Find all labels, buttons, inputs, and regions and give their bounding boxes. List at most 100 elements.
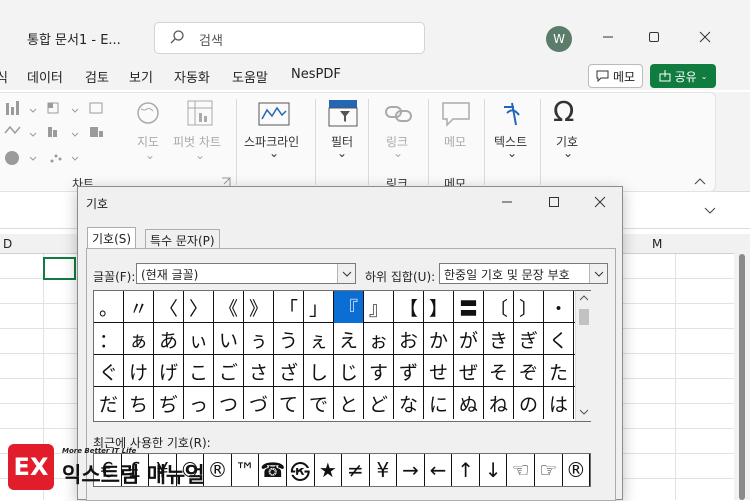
symbol-cell[interactable]: ち — [124, 387, 154, 419]
symbol-cell[interactable]: 〈 — [154, 291, 184, 323]
symbol-cell[interactable]: ぢ — [154, 387, 184, 419]
symbol-cell[interactable]: に — [424, 387, 454, 419]
close-button[interactable] — [690, 24, 720, 50]
symbol-cell[interactable]: ぞ — [514, 355, 544, 387]
symbol-cell[interactable]: う — [274, 323, 304, 355]
recent-symbol-cell[interactable]: ≠ — [342, 454, 370, 486]
symbol-cell[interactable]: 〉 — [184, 291, 214, 323]
selected-cell[interactable] — [43, 257, 76, 280]
symbol-cell[interactable]: だ — [94, 387, 124, 419]
symbol-cell[interactable]: し — [304, 355, 334, 387]
symbol-cell[interactable]: て — [274, 387, 304, 419]
symbol-cell[interactable]: の — [514, 387, 544, 419]
vertical-scrollbar[interactable] — [734, 238, 750, 500]
font-select[interactable]: (현재 글꼴) — [136, 263, 356, 284]
symbol-cell[interactable]: ぐ — [94, 355, 124, 387]
menu-view[interactable]: 보기 — [129, 67, 153, 86]
symbol-cell[interactable]: 【 — [394, 291, 424, 323]
ribbon-memo-label[interactable]: 메모 — [444, 133, 466, 150]
symbol-cell[interactable]: い — [214, 323, 244, 355]
search-box[interactable]: 검색 — [154, 22, 425, 54]
recent-symbol-cell[interactable]: ☎ — [259, 454, 287, 486]
symbol-cell[interactable]: ぃ — [184, 323, 214, 355]
symbol-cell[interactable]: え — [334, 323, 364, 355]
symbol-cell[interactable]: ど — [364, 387, 394, 419]
symbol-cell[interactable]: ぁ — [124, 323, 154, 355]
recent-symbol-cell[interactable]: ㉿ — [287, 454, 315, 486]
symbol-cell[interactable]: か — [424, 323, 454, 355]
share-button[interactable]: 공유 ⌄ — [650, 64, 716, 88]
tab-symbols[interactable]: 기호(S) — [87, 227, 137, 249]
dialog-minimize-button[interactable] — [496, 193, 518, 211]
symbol-cell[interactable]: げ — [154, 355, 184, 387]
symbol-cell[interactable]: 〕 — [514, 291, 544, 323]
symbol-cell[interactable]: づ — [244, 387, 274, 419]
symbol-grid-scrollbar[interactable] — [575, 291, 591, 421]
symbol-cell[interactable]: お — [394, 323, 424, 355]
symbol-cell[interactable]: ね — [484, 387, 514, 419]
menu-formulas[interactable]: 식 — [0, 67, 8, 86]
symbol-cell[interactable]: ぬ — [454, 387, 484, 419]
symbol-cell[interactable]: く — [544, 323, 574, 355]
scroll-down-icon[interactable] — [579, 409, 589, 415]
symbol-cell-selected[interactable]: 『 — [334, 291, 364, 323]
symbol-cell[interactable]: ぇ — [304, 323, 334, 355]
recent-symbol-cell[interactable]: ™ — [232, 454, 260, 486]
recent-symbol-cell[interactable]: ☜ — [507, 454, 535, 486]
scrollbar-thumb[interactable] — [579, 309, 589, 325]
collapse-ribbon-icon[interactable] — [694, 177, 706, 185]
symbol-cell[interactable]: こ — [184, 355, 214, 387]
recent-symbol-cell[interactable]: ↓ — [480, 454, 508, 486]
symbol-cell[interactable]: す — [364, 355, 394, 387]
symbol-cell[interactable]: 〃 — [124, 291, 154, 323]
menu-automate[interactable]: 자동화 — [174, 67, 210, 86]
symbol-cell[interactable]: き — [484, 323, 514, 355]
symbol-cell[interactable]: つ — [214, 387, 244, 419]
symbol-cell[interactable]: ： — [94, 323, 124, 355]
dialog-maximize-button[interactable] — [543, 193, 565, 211]
symbol-cell[interactable]: で — [304, 387, 334, 419]
symbol-cell[interactable]: た — [544, 355, 574, 387]
menu-help[interactable]: 도움말 — [232, 67, 268, 86]
symbol-cell[interactable]: ぎ — [514, 323, 544, 355]
recent-symbol-cell[interactable]: → — [397, 454, 425, 486]
symbol-cell[interactable]: な — [394, 387, 424, 419]
recent-symbol-cell[interactable]: ® — [563, 454, 591, 486]
symbol-cell[interactable]: さ — [244, 355, 274, 387]
symbol-cell[interactable]: そ — [484, 355, 514, 387]
symbol-cell[interactable]: 」 — [304, 291, 334, 323]
symbol-cell[interactable]: じ — [334, 355, 364, 387]
symbol-cell[interactable]: ず — [394, 355, 424, 387]
symbol-cell[interactable]: が — [454, 323, 484, 355]
symbol-cell[interactable]: せ — [424, 355, 454, 387]
symbol-cell[interactable]: 》 — [244, 291, 274, 323]
dialog-close-button[interactable] — [589, 193, 611, 211]
symbol-cell[interactable]: は — [544, 387, 574, 419]
tab-special-characters[interactable]: 특수 문자(P) — [145, 229, 220, 249]
menu-data[interactable]: 데이터 — [27, 67, 63, 86]
maximize-button[interactable] — [639, 24, 669, 50]
recent-symbol-cell[interactable]: ← — [425, 454, 453, 486]
recent-symbol-cell[interactable]: ↑ — [452, 454, 480, 486]
recent-symbol-cell[interactable]: ★ — [315, 454, 343, 486]
symbol-cell[interactable]: ご — [214, 355, 244, 387]
symbol-cell[interactable]: け — [124, 355, 154, 387]
user-avatar[interactable]: W — [546, 26, 572, 52]
symbol-cell[interactable]: ざ — [274, 355, 304, 387]
memo-button[interactable]: 메모 — [588, 64, 643, 88]
recent-symbol-cell[interactable]: ☞ — [535, 454, 563, 486]
menu-nespdf[interactable]: NesPDF — [291, 67, 341, 82]
subset-select[interactable]: 한중일 기호 및 문장 부호 — [439, 263, 608, 284]
recent-symbol-cell[interactable]: ¥ — [370, 454, 398, 486]
symbol-cell[interactable]: 《 — [214, 291, 244, 323]
symbol-cell[interactable]: ・ — [544, 291, 574, 323]
symbol-cell[interactable]: 】 — [424, 291, 454, 323]
minimize-button[interactable] — [593, 24, 623, 50]
expand-formula-icon[interactable] — [704, 207, 716, 215]
symbol-cell[interactable]: 〔 — [484, 291, 514, 323]
symbol-cell[interactable]: ぉ — [364, 323, 394, 355]
symbol-cell[interactable]: と — [334, 387, 364, 419]
symbol-cell[interactable]: っ — [184, 387, 214, 419]
symbol-cell[interactable]: 「 — [274, 291, 304, 323]
symbol-cell[interactable]: ぅ — [244, 323, 274, 355]
